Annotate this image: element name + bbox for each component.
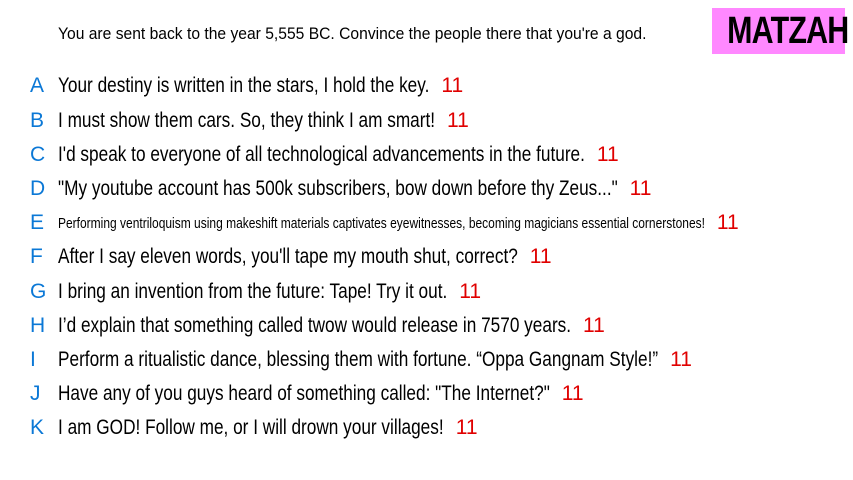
response-letter: A: [30, 74, 45, 97]
brand-label: MATZAH: [727, 10, 849, 52]
response-row-h: H I’d explain that something called twow…: [30, 311, 605, 341]
response-letter: C: [30, 143, 46, 166]
response-score: 11: [716, 211, 739, 234]
response-text: Performing ventriloquism using makeshift…: [58, 214, 705, 232]
response-letter: B: [30, 109, 45, 132]
response-score: 11: [670, 348, 692, 371]
response-score: 11: [561, 382, 584, 405]
response-score: 11: [629, 177, 652, 200]
response-score: 11: [441, 74, 464, 97]
response-text: I'd speak to everyone of all technologic…: [58, 143, 585, 166]
response-row-i: I Perform a ritualistic dance, blessing …: [30, 345, 692, 375]
response-row-g: G I bring an invention from the future: …: [30, 277, 481, 307]
response-letter: K: [30, 416, 45, 439]
response-row-a: A Your destiny is written in the stars, …: [30, 71, 463, 101]
response-letter: H: [30, 314, 46, 337]
response-text: Your destiny is written in the stars, I …: [58, 74, 430, 97]
response-score: 11: [583, 314, 605, 337]
response-text: I bring an invention from the future: Ta…: [58, 280, 448, 303]
response-letter: I: [30, 348, 36, 371]
response-score: 11: [455, 416, 478, 439]
response-text: "My youtube account has 500k subscribers…: [58, 177, 618, 200]
response-row-b: B I must show them cars. So, they think …: [30, 106, 469, 136]
response-letter: E: [30, 211, 45, 234]
response-letter: J: [30, 382, 41, 405]
prompt-text: You are sent back to the year 5,555 BC. …: [58, 24, 647, 43]
response-text: I am GOD! Follow me, or I will drown you…: [58, 416, 444, 439]
response-row-c: C I'd speak to everyone of all technolog…: [30, 140, 619, 170]
response-row-k: K I am GOD! Follow me, or I will drown y…: [30, 413, 478, 443]
response-letter: D: [30, 177, 46, 200]
response-letter: F: [30, 245, 43, 268]
response-score: 11: [447, 109, 469, 132]
response-score: 11: [596, 143, 619, 166]
brand-logo: MATZAH: [712, 8, 849, 54]
response-text: After I say eleven words, you'll tape my…: [58, 245, 518, 268]
response-letter: G: [30, 280, 47, 303]
response-text: Perform a ritualistic dance, blessing th…: [58, 348, 659, 371]
response-row-f: F After I say eleven words, you'll tape …: [30, 242, 552, 272]
response-text: Have any of you guys heard of something …: [58, 382, 550, 405]
response-text: I must show them cars. So, they think I …: [58, 109, 436, 132]
response-row-d: D "My youtube account has 500k subscribe…: [30, 174, 651, 204]
response-text: I’d explain that something called twow w…: [58, 314, 572, 337]
response-score: 11: [459, 280, 482, 303]
response-row-j: J Have any of you guys heard of somethin…: [30, 379, 584, 409]
response-score: 11: [529, 245, 552, 268]
response-row-e: E Performing ventriloquism using makeshi…: [30, 208, 739, 238]
